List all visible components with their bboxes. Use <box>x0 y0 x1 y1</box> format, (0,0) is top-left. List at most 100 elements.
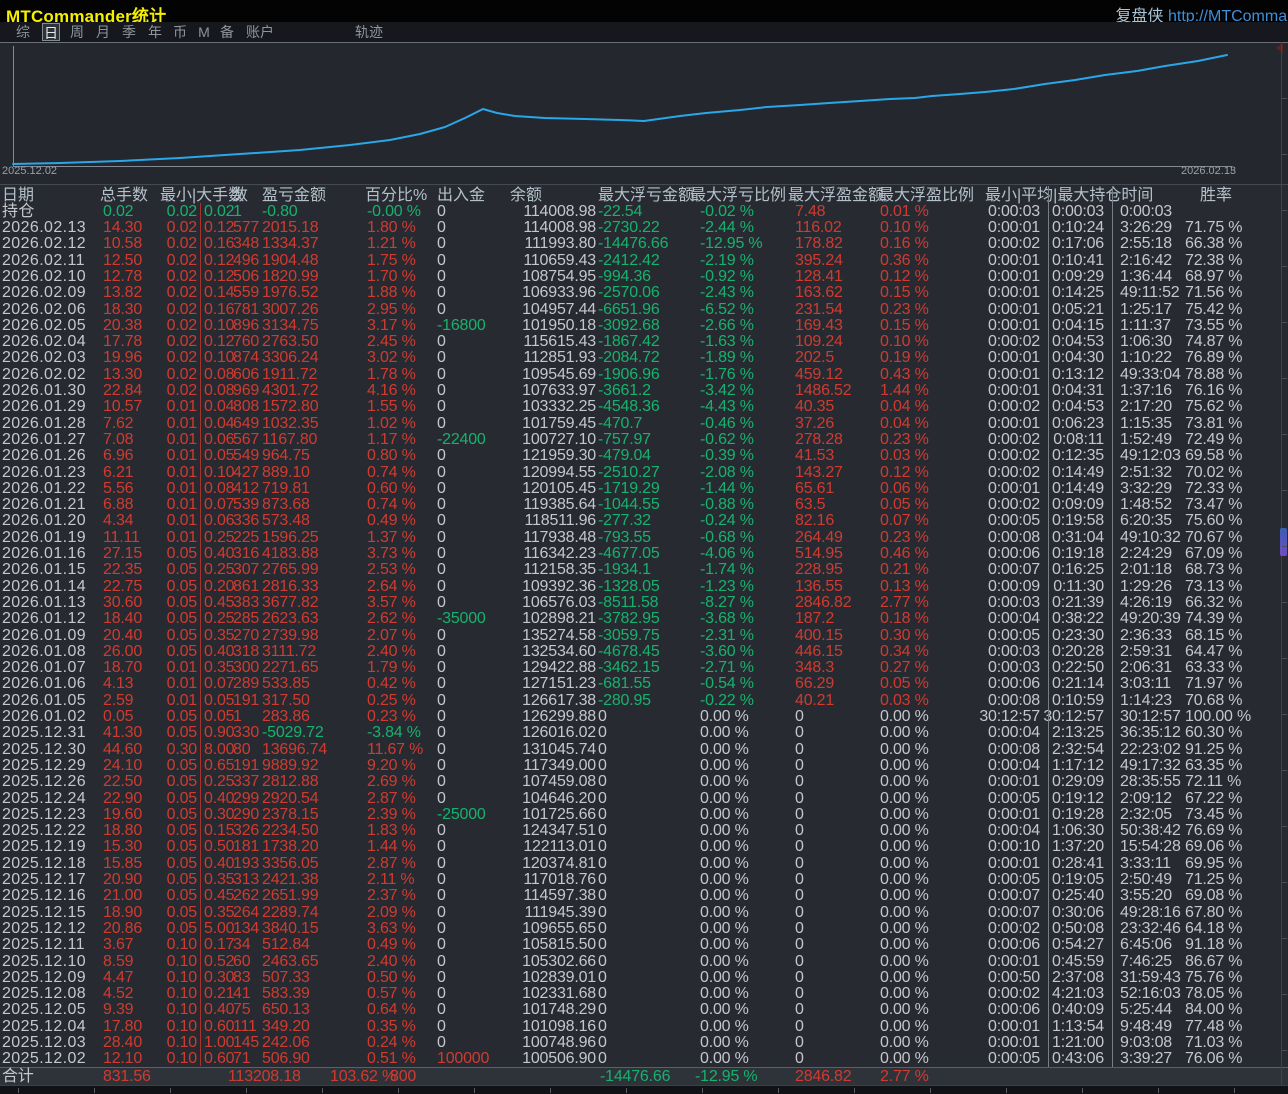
cell: 0.02 <box>103 203 134 220</box>
table-row[interactable]: 2025.12.16 21.00 0.05 0.45 262 2651.99 2.37 % 0… <box>0 888 1288 904</box>
cell: 72.49 % <box>1185 431 1243 448</box>
table-row[interactable]: 2025.12.17 20.90 0.05 0.35 313 2421.38 2.11 % 0… <box>0 872 1288 888</box>
column-header[interactable]: 最大浮亏比例 <box>690 187 786 204</box>
table-row[interactable]: 2026.01.30 22.84 0.02 0.08 969 4301.72 4.16 % 0… <box>0 383 1288 399</box>
table-row[interactable]: 2026.01.19 11.11 0.01 0.25 225 1596.25 1.37 % 0… <box>0 530 1288 546</box>
cell: 0.12 % <box>880 464 929 481</box>
table-row[interactable]: 2026.01.28 7.62 0.01 0.04 649 1032.35 1.02 % 0 1… <box>0 416 1288 432</box>
scrollbar-thumb[interactable] <box>1280 528 1287 556</box>
table-row[interactable]: 2026.01.14 22.75 0.05 0.20 861 2816.33 2.64 % 0… <box>0 579 1288 595</box>
table-row[interactable]: 2025.12.10 8.59 0.10 0.52 60 2463.65 2.40 % 0 10… <box>0 954 1288 970</box>
cell: 69.58 % <box>1185 447 1243 464</box>
table-row[interactable]: 2025.12.11 3.67 0.10 0.17 34 512.84 0.49 % 0 105… <box>0 937 1288 953</box>
column-header[interactable]: 盈亏金额 <box>262 187 326 204</box>
column-header[interactable]: 最大浮盈比例 <box>878 187 974 204</box>
cell: 0.01 <box>166 415 198 432</box>
column-header[interactable]: 最小|平均|最大持仓时间 <box>985 187 1153 204</box>
cell: 0:00:50 <box>988 969 1040 986</box>
column-header[interactable]: 出入金 <box>437 187 485 204</box>
table-row[interactable]: 2026.01.12 18.40 0.05 0.25 285 2623.63 2.62 % -… <box>0 611 1288 627</box>
table-row[interactable]: 2026.01.05 2.59 0.01 0.05 191 317.50 0.25 % 0 12… <box>0 693 1288 709</box>
cell: 126016.02 <box>522 724 596 741</box>
cell: -1328.05 <box>598 578 660 595</box>
table-row[interactable]: 2025.12.04 17.80 0.10 0.60 111 349.20 0.35 % 0 1… <box>0 1019 1288 1035</box>
table-row[interactable]: 2026.02.02 13.30 0.02 0.08 606 1911.72 1.78 % 0… <box>0 367 1288 383</box>
table-row[interactable]: 2026.01.16 27.15 0.05 0.40 316 4183.88 3.73 % 0… <box>0 546 1288 562</box>
column-header[interactable]: 最大浮亏金额 <box>598 187 694 204</box>
cell: 0 <box>598 757 607 774</box>
cell: 12.50 <box>103 252 143 269</box>
table-row[interactable]: 2025.12.02 12.10 0.10 0.60 71 506.90 0.51 % 100… <box>0 1051 1288 1067</box>
table-row[interactable]: 2026.01.29 10.57 0.01 0.04 808 1572.80 1.55 % 0… <box>0 399 1288 415</box>
cell: 1.17 % <box>367 431 416 448</box>
table-row[interactable]: 2025.12.24 22.90 0.05 0.40 299 2920.54 2.87 % 0… <box>0 791 1288 807</box>
cell: 4301.72 <box>262 382 319 399</box>
cell: 71.56 % <box>1185 284 1243 301</box>
vertical-scrollbar[interactable] <box>1276 42 1288 1085</box>
table-row[interactable]: 2026.02.11 12.50 0.02 0.12 496 1904.48 1.75 % 0… <box>0 253 1288 269</box>
table-row[interactable]: 2025.12.26 22.50 0.05 0.25 337 2812.88 2.69 % 0… <box>0 774 1288 790</box>
table-row[interactable]: 2025.12.03 28.40 0.10 1.00 145 242.06 0.24 % 0 1… <box>0 1035 1288 1051</box>
column-header[interactable]: 最大浮盈金额 <box>788 187 884 204</box>
table-row[interactable]: 2026.02.10 12.78 0.02 0.12 506 1820.99 1.70 % 0… <box>0 269 1288 285</box>
table-row[interactable]: 2026.01.02 0.05 0.05 0.05 1 283.86 0.23 % 0 1262… <box>0 709 1288 725</box>
table-row[interactable]: 2025.12.31 41.30 0.05 0.90 330 -5029.72 -3.84 … <box>0 725 1288 741</box>
cell: 0.00 % <box>880 985 929 1002</box>
table-row[interactable]: 2026.01.07 18.70 0.01 0.35 300 2271.65 1.79 % 0… <box>0 660 1288 676</box>
cell: 0.06 % <box>880 480 929 497</box>
position-row[interactable]: 持仓 0.02 0.02 0.02 1 -0.80 -0.00 % 0 114008.98 -22… <box>0 204 1288 220</box>
column-header[interactable]: 日期 <box>2 187 34 204</box>
cell: 0.12 % <box>880 268 929 285</box>
table-row[interactable]: 2026.01.06 4.13 0.01 0.07 289 533.85 0.42 % 0 12… <box>0 676 1288 692</box>
table-row[interactable]: 2026.01.08 26.00 0.05 0.40 318 3111.72 2.40 % 0… <box>0 644 1288 660</box>
column-header[interactable]: 总手数 <box>100 187 148 204</box>
table-row[interactable]: 2025.12.05 9.39 0.10 0.40 75 650.13 0.64 % 0 101… <box>0 1002 1288 1018</box>
table-row[interactable]: 2025.12.29 24.10 0.05 0.65 191 9889.92 9.20 % 0… <box>0 758 1288 774</box>
table-row[interactable]: 2026.01.22 5.56 0.01 0.08 412 719.81 0.60 % 0 12… <box>0 481 1288 497</box>
cell: 0.10 <box>166 1001 198 1018</box>
scrollbar-track[interactable] <box>1281 42 1282 1085</box>
cell: 114597.38 <box>523 887 596 904</box>
cell: 0:19:18 <box>1052 545 1104 562</box>
table-row[interactable]: 2026.02.12 10.58 0.02 0.16 348 1334.37 1.21 % 0… <box>0 236 1288 252</box>
table-row[interactable]: 2025.12.18 15.85 0.05 0.40 193 3356.05 2.87 % 0… <box>0 856 1288 872</box>
table-row[interactable]: 2026.01.13 30.60 0.05 0.45 383 3677.82 3.57 % 0… <box>0 595 1288 611</box>
table-row[interactable]: 2026.01.23 6.21 0.01 0.10 427 889.10 0.74 % 0 12… <box>0 465 1288 481</box>
cell: 2.59 <box>103 692 134 709</box>
table-row[interactable]: 2026.02.09 13.82 0.02 0.14 559 1976.52 1.88 % 0… <box>0 285 1288 301</box>
column-header[interactable]: 数 <box>232 187 248 204</box>
table-row[interactable]: 2026.02.13 14.30 0.02 0.12 577 2015.18 1.80 % 0… <box>0 220 1288 236</box>
cell: 50:38:42 <box>1120 822 1181 839</box>
table-row[interactable]: 2026.01.27 7.08 0.01 0.06 567 1167.80 1.17 % -2… <box>0 432 1288 448</box>
table-row[interactable]: 2026.01.26 6.96 0.01 0.05 549 964.75 0.80 % 0 12… <box>0 448 1288 464</box>
cell: 400.15 <box>795 627 843 644</box>
cell: 0.05 <box>166 838 198 855</box>
table-row[interactable]: 2026.02.06 18.30 0.02 0.16 781 3007.26 2.95 % 0… <box>0 302 1288 318</box>
cell: 0.00 % <box>880 724 929 741</box>
table-row[interactable]: 2025.12.19 15.30 0.05 0.50 181 1738.20 1.44 % 0… <box>0 839 1288 855</box>
horizontal-scrollbar[interactable] <box>0 1085 1288 1094</box>
table-row[interactable]: 2026.01.15 22.35 0.05 0.25 307 2765.99 2.53 % 0… <box>0 562 1288 578</box>
cell: 0:04:31 <box>1052 382 1104 399</box>
table-row[interactable]: 2025.12.15 18.90 0.05 0.35 264 2289.74 2.09 % 0… <box>0 905 1288 921</box>
table-row[interactable]: 2025.12.09 4.47 0.10 0.30 83 507.33 0.50 % 0 102… <box>0 970 1288 986</box>
cell: 49:12:03 <box>1120 447 1181 464</box>
table-row[interactable]: 2026.02.04 17.78 0.02 0.12 760 2763.50 2.45 % 0… <box>0 334 1288 350</box>
cell: 0 <box>795 855 804 872</box>
table-row[interactable]: 2025.12.30 44.60 0.30 8.00 80 13696.74 11.67 %… <box>0 742 1288 758</box>
table-row[interactable]: 2025.12.08 4.52 0.10 0.21 41 583.39 0.57 % 0 102… <box>0 986 1288 1002</box>
table-row[interactable]: 2026.02.03 19.96 0.02 0.10 874 3306.24 3.02 % 0… <box>0 350 1288 366</box>
table-row[interactable]: 2025.12.12 20.86 0.05 5.00 134 3840.15 3.63 % 0… <box>0 921 1288 937</box>
column-header[interactable]: 百分比% <box>365 187 427 204</box>
column-header[interactable]: 胜率 <box>1200 187 1232 204</box>
cell: -8.27 % <box>700 594 754 611</box>
table-row[interactable]: 2025.12.22 18.80 0.05 0.15 326 2234.50 1.83 % 0… <box>0 823 1288 839</box>
table-row[interactable]: 2026.01.21 6.88 0.01 0.07 539 873.68 0.74 % 0 11… <box>0 497 1288 513</box>
table-row[interactable]: 2026.02.05 20.38 0.02 0.10 896 3134.75 3.17 % -… <box>0 318 1288 334</box>
cell: -1.89 % <box>700 349 754 366</box>
table-row[interactable]: 2025.12.23 19.60 0.05 0.30 290 2378.15 2.39 % -… <box>0 807 1288 823</box>
column-header[interactable]: 余额 <box>510 187 542 204</box>
table-row[interactable]: 2026.01.20 4.34 0.01 0.06 336 573.48 0.49 % 0 11… <box>0 513 1288 529</box>
table-row[interactable]: 2026.01.09 20.40 0.05 0.35 270 2739.98 2.07 % 0… <box>0 628 1288 644</box>
cell: 2025.12.23 <box>2 806 87 823</box>
